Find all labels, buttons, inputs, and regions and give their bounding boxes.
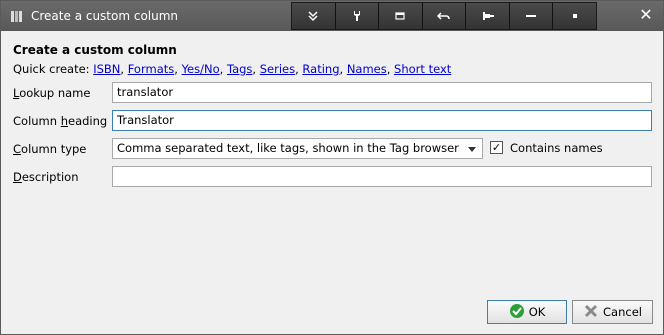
lookup-name-label: Lookup name [13,86,91,100]
quick-link-rating[interactable]: Rating [302,62,339,76]
cancel-button[interactable]: Cancel [572,300,653,324]
cancel-icon [583,303,599,322]
create-custom-column-dialog: Create a custom column ✕ Create a custom… [0,0,664,335]
description-input[interactable] [112,166,652,187]
chevron-down-icon [468,147,476,152]
window-icon[interactable] [379,3,423,29]
ok-label: OK [528,305,546,319]
title-bar: Create a custom column ✕ [1,1,663,31]
ok-button[interactable]: OK [487,300,567,324]
window-title: Create a custom column [31,9,179,23]
contains-names-checkbox[interactable]: ✓ [490,141,503,154]
expand-down-icon[interactable] [292,3,336,29]
app-icon [10,9,24,26]
column-type-select[interactable]: Comma separated text, like tags, shown i… [112,138,483,159]
quick-link-tags[interactable]: Tags [227,62,252,76]
quick-link-series[interactable]: Series [260,62,295,76]
contains-names-label: Contains names [510,141,603,155]
stop-icon[interactable] [553,3,597,29]
lookup-name-input[interactable]: translator [112,82,652,103]
quick-link-names[interactable]: Names [347,62,387,76]
undo-icon[interactable] [422,3,467,29]
column-heading-label: Column heading [13,114,108,128]
description-label: Description [13,170,79,184]
quick-link-short-text[interactable]: Short text [394,62,451,76]
quick-create-row: Quick create: ISBN, Formats, Yes/No, Tag… [13,62,452,76]
close-icon[interactable]: ✕ [637,6,655,24]
quick-link-formats[interactable]: Formats [128,62,175,76]
minimize-icon[interactable] [509,3,554,29]
column-type-value: Comma separated text, like tags, shown i… [117,141,459,155]
wrench-icon[interactable] [335,3,380,29]
quick-link-yes-no[interactable]: Yes/No [182,62,220,76]
quick-link-isbn[interactable]: ISBN [93,62,120,76]
cancel-label: Cancel [603,305,642,319]
dialog-heading: Create a custom column [13,43,177,57]
quick-create-label: Quick create: [13,62,90,76]
ok-icon [509,303,525,322]
pin-icon[interactable] [466,3,510,29]
window-toolbar [291,2,597,30]
column-type-label: Column type [13,142,87,156]
column-heading-input[interactable]: Translator [112,110,652,131]
